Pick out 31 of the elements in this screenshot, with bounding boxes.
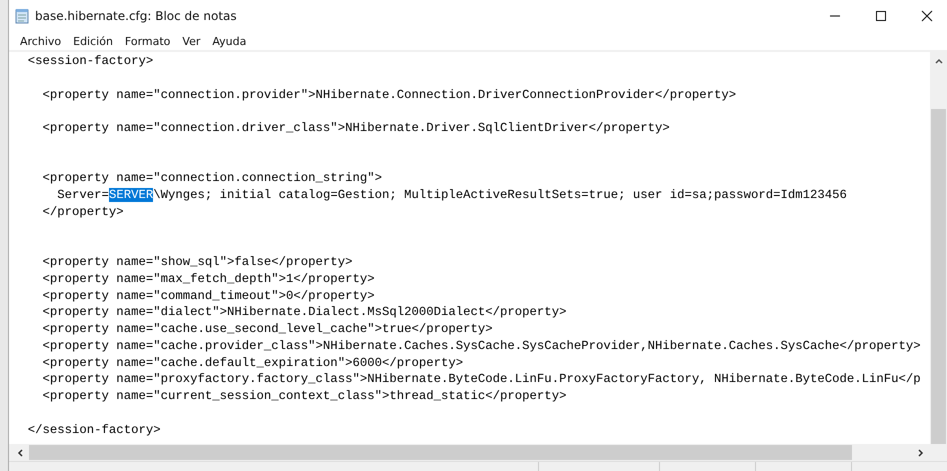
code-line: </property> bbox=[42, 204, 125, 220]
code-line: Server=SERVER\Wynges; initial catalog=Gestion; MultipleActiveResultSets=true; user id=sa;password=Idm123456 bbox=[56, 187, 848, 204]
menu-item[interactable]: Ver bbox=[176, 34, 206, 48]
code-line: <session-factory> bbox=[26, 53, 154, 70]
scroll-up-icon[interactable] bbox=[934, 58, 942, 64]
vertical-scrollbar[interactable] bbox=[930, 52, 947, 444]
code-line: <property name="current_session_context_class">thread_static</property> bbox=[42, 388, 568, 405]
notepad-icon bbox=[15, 8, 29, 24]
code-line: <property name="proxyfactory.factory_class">NHibernate.ByteCode.LinFu.ProxyFactoryFactory, NHibernate.ByteCode.LinFu</p bbox=[42, 371, 922, 388]
maximize-icon[interactable] bbox=[875, 10, 887, 22]
code-line: <property name="connection.provider">NHibernate.Connection.DriverConnectionProvider</property> bbox=[42, 86, 738, 104]
menu-item[interactable]: Edición bbox=[67, 34, 119, 48]
code-line: <property name="cache.default_expiration">6000</property> bbox=[42, 354, 464, 372]
menu-item[interactable]: Ayuda bbox=[206, 34, 252, 48]
scroll-right-icon[interactable] bbox=[918, 448, 924, 456]
code-line: <property name="command_timeout">0</property> bbox=[42, 288, 376, 304]
scroll-thumb[interactable] bbox=[29, 445, 852, 460]
code-line: <property name="cache.provider_class">NHibernate.Caches.SysCache.SysCacheProvider,NHibernate.Caches.SysCache</property> bbox=[42, 338, 922, 354]
scroll-left-icon[interactable] bbox=[17, 448, 23, 456]
window-title: base.hibernate.cfg: Bloc de notas bbox=[35, 9, 237, 23]
code-line: <property name="max_fetch_depth">1</property> bbox=[42, 270, 376, 288]
code-line: <property name="show_sql">false</property> bbox=[42, 254, 354, 271]
code-line: <property name="cache.use_second_level_cache">true</property> bbox=[42, 321, 494, 338]
code-line: <property name="connection.driver_class">NHibernate.Driver.SqlClientDriver</property> bbox=[42, 120, 671, 137]
menu-item[interactable]: Formato bbox=[118, 34, 176, 48]
code-line: <property name="dialect">NHibernate.Dialect.MsSql2000Dialect</property> bbox=[42, 304, 568, 321]
menu-item[interactable]: Archivo bbox=[14, 34, 68, 48]
code-line: </session-factory> bbox=[26, 422, 162, 438]
close-icon[interactable] bbox=[921, 10, 933, 22]
scroll-thumb[interactable] bbox=[931, 109, 946, 444]
code-line: <property name="connection.connection_string"> bbox=[42, 170, 383, 187]
